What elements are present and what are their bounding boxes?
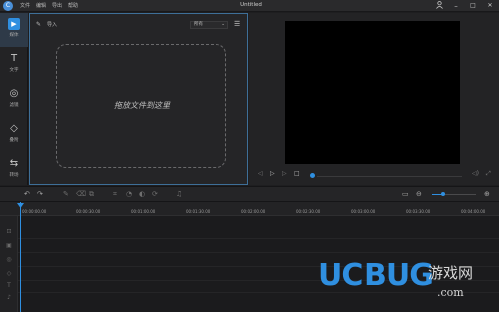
ruler-tick: 00:01:00.00 xyxy=(131,209,156,214)
transition-icon: ⇆ xyxy=(9,158,19,169)
preview-screen xyxy=(285,21,460,164)
color-icon[interactable]: ◐ xyxy=(139,190,145,198)
redo-icon[interactable]: ↷ xyxy=(37,190,43,198)
progress-handle[interactable] xyxy=(310,173,315,178)
playhead[interactable] xyxy=(20,202,21,312)
ruler-tick: 00:00:00.00 xyxy=(22,209,47,214)
menu-edit[interactable]: 编辑 xyxy=(36,2,46,9)
edit-icon[interactable]: ✎ xyxy=(63,190,69,198)
ruler-tick: 00:03:00.00 xyxy=(351,209,376,214)
sidebar-item-filter[interactable]: ◎ 滤镜 xyxy=(0,83,28,117)
timeline-ruler[interactable]: 00:00:00.00 00:00:30.00 00:01:00.00 00:0… xyxy=(0,202,499,216)
sidebar-item-label: 叠附 xyxy=(9,138,19,143)
fit-icon[interactable]: ▭ xyxy=(402,190,409,198)
play-icon: ▶ xyxy=(8,18,20,30)
ruler-tick: 00:01:30.00 xyxy=(186,209,211,214)
minimize-button[interactable]: – xyxy=(451,1,461,11)
music-track-icon: ♪ xyxy=(7,294,11,301)
sidebar-item-label: 文字 xyxy=(9,68,19,73)
sidebar-item-transition[interactable]: ⇆ 转场 xyxy=(0,153,28,187)
audio-icon[interactable]: ♫ xyxy=(176,190,182,198)
delete-icon[interactable]: ⌫ xyxy=(76,190,86,198)
zoom-out-icon[interactable]: ⊖ xyxy=(416,190,422,198)
previous-frame-icon[interactable]: ◁ xyxy=(258,170,263,177)
track-headers: ⊡ ▣ ◎ ◇ T ♪ xyxy=(0,216,18,312)
image-track-icon: ▣ xyxy=(6,242,12,249)
watermark-text: .com xyxy=(437,286,464,299)
watermark-logo: BUG xyxy=(364,258,434,293)
close-button[interactable]: ✕ xyxy=(485,1,495,11)
track-divider xyxy=(18,252,499,253)
menu-help[interactable]: 帮助 xyxy=(68,2,78,9)
menu-export[interactable]: 导出 xyxy=(52,2,62,9)
user-icon[interactable] xyxy=(434,1,444,11)
sidebar-item-label: 转场 xyxy=(9,173,19,178)
play-button[interactable]: ▷ xyxy=(270,170,275,177)
ruler-tick: 00:04:00.00 xyxy=(461,209,486,214)
media-panel: ✎ 导入 所有 ⌄ ☰ 拖放文件到这里 xyxy=(29,13,248,185)
filter-select[interactable]: 所有 ⌄ xyxy=(190,21,228,29)
sidebar-item-text[interactable]: T 文字 xyxy=(0,48,28,82)
import-button[interactable]: 导入 xyxy=(47,21,57,28)
undo-icon[interactable]: ↶ xyxy=(24,190,30,198)
track-divider xyxy=(18,238,499,239)
chevron-down-icon: ⌄ xyxy=(221,22,225,27)
text-icon: T xyxy=(10,53,18,64)
rotate-icon[interactable]: ⟳ xyxy=(152,190,158,198)
split-icon[interactable]: ⧉ xyxy=(89,190,94,199)
sidebar-item-label: 媒体 xyxy=(9,33,19,38)
fullscreen-icon[interactable]: ⤢ xyxy=(486,170,491,178)
sidebar-item-overlay[interactable]: ◇ 叠附 xyxy=(0,118,28,152)
preview-panel: ◁ ▷ ▷ □ ◁) ⤢ 宽高比: 4 : 3 00:00:00.00 / 00… xyxy=(249,13,499,193)
filter-select-value: 所有 xyxy=(194,22,203,27)
overlay-track-icon: ◎ xyxy=(6,256,12,263)
zoom-slider[interactable] xyxy=(432,194,476,195)
volume-icon[interactable]: ◁) xyxy=(472,170,479,177)
zoom-in-icon[interactable]: ⊕ xyxy=(484,190,490,198)
zoom-slider-handle[interactable] xyxy=(441,192,445,196)
ruler-tick: 00:03:30.00 xyxy=(406,209,431,214)
title-bar: C 文件 编辑 导出 帮助 Untitled – □ ✕ xyxy=(0,0,499,12)
sidebar-item-label: 滤镜 xyxy=(9,103,19,108)
crop-icon[interactable]: ⌗ xyxy=(113,190,117,199)
drop-zone-text: 拖放文件到这里 xyxy=(114,101,170,110)
ruler-tick: 00:02:30.00 xyxy=(296,209,321,214)
timeline-toolbar: ↶ ↷ ✎ ⌫ ⧉ ⌗ ◔ ◐ ⟳ ♫ ▭ ⊖ ⊕ xyxy=(0,186,499,202)
menu-file[interactable]: 文件 xyxy=(20,2,30,9)
watermark-logo: UC xyxy=(318,258,363,293)
speed-icon[interactable]: ◔ xyxy=(126,190,132,198)
text-track-icon: T xyxy=(7,282,11,289)
next-frame-icon[interactable]: ▷ xyxy=(282,170,287,177)
overlay-icon: ◇ xyxy=(10,123,18,134)
sidebar-item-media[interactable]: ▶ 媒体 xyxy=(0,13,28,47)
drop-zone[interactable]: 拖放文件到这里 xyxy=(56,44,226,168)
ruler-tick: 00:02:00.00 xyxy=(241,209,266,214)
video-track-icon: ⊡ xyxy=(6,228,12,235)
sidebar: ▶ 媒体 T 文字 ◎ 滤镜 ◇ 叠附 ⇆ 转场 xyxy=(0,13,28,185)
watermark-text: 游戏网 xyxy=(428,264,474,282)
list-view-icon[interactable]: ☰ xyxy=(234,20,240,28)
filter-icon: ◎ xyxy=(9,88,19,99)
stop-button[interactable]: □ xyxy=(294,170,300,177)
filter-track-icon: ◇ xyxy=(6,270,12,277)
maximize-button[interactable]: □ xyxy=(468,1,478,11)
app-logo-icon: C xyxy=(3,1,13,11)
progress-bar[interactable] xyxy=(317,176,462,177)
window-title: Untitled xyxy=(240,2,262,8)
ruler-tick: 00:00:30.00 xyxy=(76,209,101,214)
import-icon[interactable]: ✎ xyxy=(36,21,41,28)
